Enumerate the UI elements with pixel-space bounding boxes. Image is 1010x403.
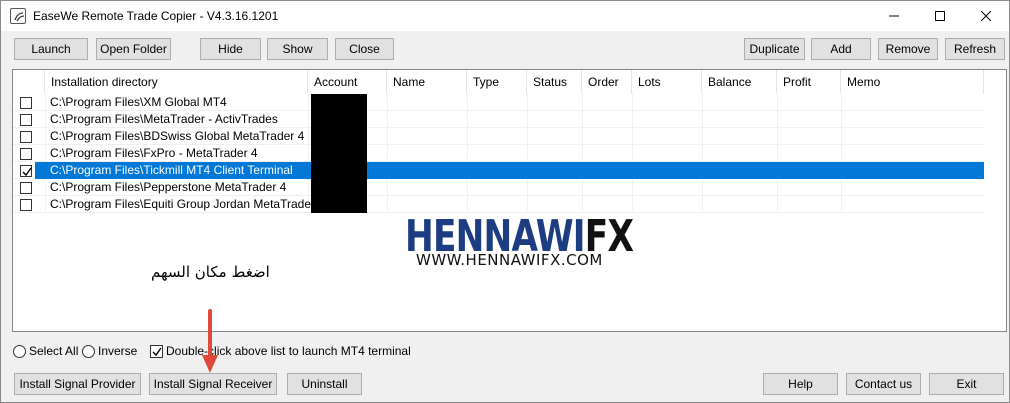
select-all-label: Select All xyxy=(29,344,79,358)
remove-button[interactable]: Remove xyxy=(878,38,938,60)
watermark-url: WWW.HENNAWIFX.COM xyxy=(416,251,603,269)
row-directory: C:\Program Files\FxPro - MetaTrader 4 xyxy=(50,146,258,160)
row-directory: C:\Program Files\Tickmill MT4 Client Ter… xyxy=(50,163,293,177)
minimize-button[interactable] xyxy=(871,1,917,31)
header-status[interactable]: Status xyxy=(527,70,582,94)
close-window-button[interactable] xyxy=(963,1,1009,31)
header-installation-directory[interactable]: Installation directory xyxy=(45,70,308,94)
row-checkbox[interactable] xyxy=(20,148,32,160)
select-all-option[interactable]: Select All xyxy=(13,343,78,359)
installation-list[interactable]: Installation directory Account Name Type… xyxy=(12,69,1007,332)
inverse-option[interactable]: Inverse xyxy=(82,343,137,359)
show-button[interactable]: Show xyxy=(267,38,328,60)
refresh-button[interactable]: Refresh xyxy=(945,38,1005,60)
row-directory: C:\Program Files\Pepperstone MetaTrader … xyxy=(50,180,287,194)
header-account[interactable]: Account xyxy=(308,70,387,94)
header-memo[interactable]: Memo xyxy=(841,70,984,94)
hide-button[interactable]: Hide xyxy=(200,38,261,60)
row-directory: C:\Program Files\Equiti Group Jordan Met… xyxy=(50,197,325,211)
header-order[interactable]: Order xyxy=(582,70,632,94)
row-checkbox[interactable] xyxy=(20,131,32,143)
row-checkbox[interactable] xyxy=(20,97,32,109)
table-row-selected[interactable]: C:\Program Files\Tickmill MT4 Client Ter… xyxy=(13,162,984,179)
inverse-radio[interactable] xyxy=(82,344,95,358)
table-row[interactable]: C:\Program Files\MetaTrader - ActivTrade… xyxy=(13,111,984,128)
inverse-label: Inverse xyxy=(98,344,138,358)
header-check-col[interactable] xyxy=(13,70,45,94)
row-directory: C:\Program Files\BDSwiss Global MetaTrad… xyxy=(50,129,305,143)
install-signal-receiver-button[interactable]: Install Signal Receiver xyxy=(149,373,277,395)
list-header: Installation directory Account Name Type… xyxy=(13,70,1006,94)
help-button[interactable]: Help xyxy=(763,373,838,395)
row-directory: C:\Program Files\MetaTrader - ActivTrade… xyxy=(50,112,278,126)
table-row[interactable]: C:\Program Files\XM Global MT4 xyxy=(13,94,984,111)
maximize-button[interactable] xyxy=(917,1,963,31)
app-window: EaseWe Remote Trade Copier - V4.3.16.120… xyxy=(0,0,1010,403)
row-checkbox[interactable] xyxy=(20,165,32,177)
select-all-radio[interactable] xyxy=(13,344,26,358)
table-row[interactable]: C:\Program Files\BDSwiss Global MetaTrad… xyxy=(13,128,984,145)
table-row[interactable]: C:\Program Files\Pepperstone MetaTrader … xyxy=(13,179,984,196)
header-profit[interactable]: Profit xyxy=(777,70,841,94)
arabic-instruction: اضغط مكان السهم xyxy=(151,263,270,281)
install-signal-provider-button[interactable]: Install Signal Provider xyxy=(14,373,141,395)
check-icon xyxy=(22,167,32,177)
check-icon xyxy=(152,347,162,356)
app-icon xyxy=(10,8,26,24)
row-checkbox[interactable] xyxy=(20,114,32,126)
duplicate-button[interactable]: Duplicate xyxy=(744,38,805,60)
header-balance[interactable]: Balance xyxy=(702,70,777,94)
launch-button[interactable]: Launch xyxy=(14,38,88,60)
exit-button[interactable]: Exit xyxy=(929,373,1004,395)
uninstall-button[interactable]: Uninstall xyxy=(287,373,362,395)
red-arrow-icon xyxy=(202,309,218,373)
contact-us-button[interactable]: Contact us xyxy=(846,373,921,395)
close-button[interactable]: Close xyxy=(335,38,394,60)
header-type[interactable]: Type xyxy=(467,70,527,94)
open-folder-button[interactable]: Open Folder xyxy=(96,38,171,60)
window-title: EaseWe Remote Trade Copier - V4.3.16.120… xyxy=(33,9,279,23)
header-lots[interactable]: Lots xyxy=(632,70,702,94)
dblclick-launch-option[interactable]: Double-click above list to launch MT4 te… xyxy=(150,343,411,359)
add-button[interactable]: Add xyxy=(811,38,871,60)
close-icon xyxy=(981,11,991,21)
redacted-account-block xyxy=(311,94,367,213)
row-checkbox[interactable] xyxy=(20,199,32,211)
dblclick-launch-checkbox[interactable] xyxy=(150,344,163,358)
title-bar[interactable]: EaseWe Remote Trade Copier - V4.3.16.120… xyxy=(1,1,1009,31)
row-directory: C:\Program Files\XM Global MT4 xyxy=(50,95,227,109)
table-row[interactable]: C:\Program Files\FxPro - MetaTrader 4 xyxy=(13,145,984,162)
row-checkbox[interactable] xyxy=(20,182,32,194)
header-name[interactable]: Name xyxy=(387,70,467,94)
